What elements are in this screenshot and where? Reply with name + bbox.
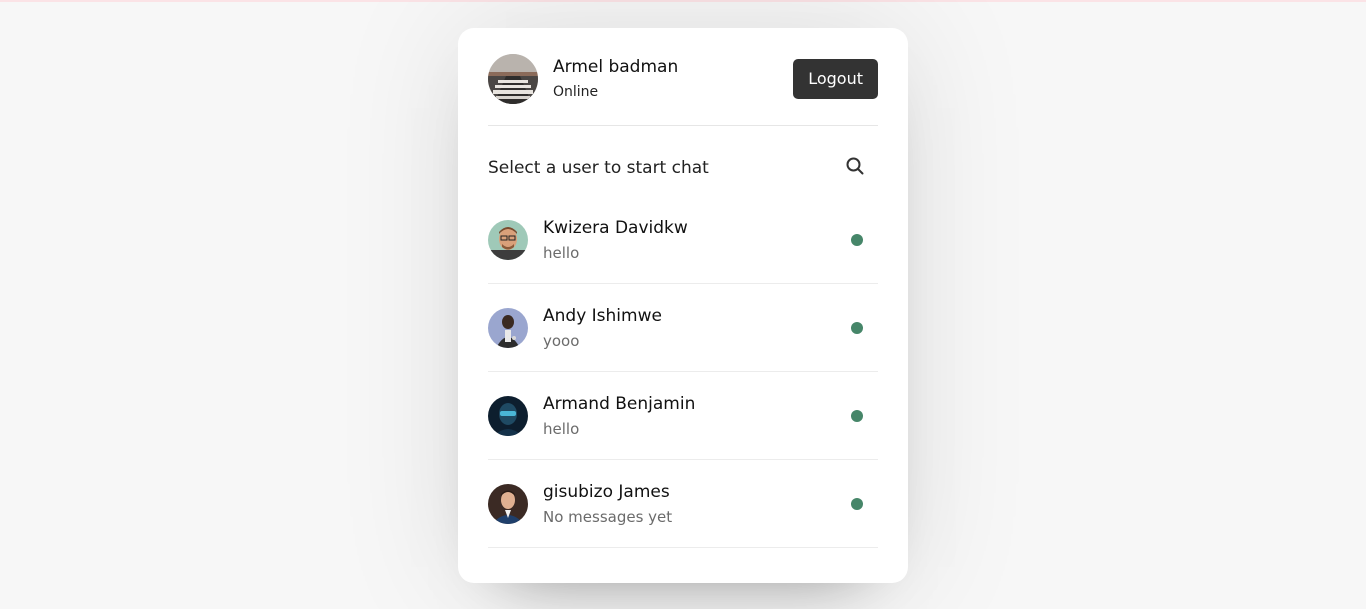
online-status-dot	[851, 409, 863, 422]
online-status-dot	[851, 233, 863, 246]
last-message: yooo	[543, 331, 580, 350]
user-details: Andy Ishimwe yooo	[543, 304, 662, 352]
current-user-name: Armel badman	[553, 57, 679, 77]
user-row-content: Armand Benjamin hello	[488, 392, 695, 440]
current-user-status: Online	[553, 84, 599, 100]
user-row-content: gisubizo James No messages yet	[488, 480, 672, 528]
user-row-content: Andy Ishimwe yooo	[488, 304, 662, 352]
user-name: Andy Ishimwe	[543, 305, 662, 326]
last-message: No messages yet	[543, 507, 673, 526]
user-row-content: Kwizera Davidkw hello	[488, 216, 688, 264]
search-icon	[846, 157, 864, 179]
user-details: gisubizo James No messages yet	[543, 480, 672, 528]
user-details: Kwizera Davidkw hello	[543, 216, 688, 264]
search-button[interactable]	[831, 147, 878, 189]
user-row-andy-ishimwe[interactable]: Andy Ishimwe yooo	[488, 284, 878, 372]
avatar	[488, 395, 528, 436]
logout-button[interactable]: Logout	[793, 59, 878, 99]
avatar	[488, 483, 528, 524]
user-name: Kwizera Davidkw	[543, 217, 688, 238]
current-user-header: Armel badman Online Logout	[488, 53, 878, 126]
online-status-dot	[851, 497, 863, 510]
avatar	[488, 307, 528, 348]
last-message: hello	[543, 243, 580, 262]
user-details: Armand Benjamin hello	[543, 392, 695, 440]
chat-users-panel: Armel badman Online Logout Select a user…	[458, 28, 908, 583]
user-name: gisubizo James	[543, 481, 670, 502]
user-name: Armand Benjamin	[543, 393, 696, 414]
current-user-info: Armel badman Online	[488, 54, 678, 104]
search-bar: Select a user to start chat	[488, 144, 878, 192]
online-status-dot	[851, 321, 863, 334]
user-row-gisubizo-james[interactable]: gisubizo James No messages yet	[488, 460, 878, 548]
user-row-armand-benjamin[interactable]: Armand Benjamin hello	[488, 372, 878, 460]
last-message: hello	[543, 419, 580, 438]
user-row-kwizera-davidkw[interactable]: Kwizera Davidkw hello	[488, 196, 878, 284]
avatar	[488, 219, 528, 260]
search-prompt-text: Select a user to start chat	[488, 158, 709, 178]
current-user-avatar	[488, 54, 538, 104]
users-list: Kwizera Davidkw hello Andy Ishimwe yooo …	[488, 196, 878, 548]
current-user-details: Armel badman Online	[553, 55, 678, 103]
top-border-line	[0, 0, 1366, 2]
